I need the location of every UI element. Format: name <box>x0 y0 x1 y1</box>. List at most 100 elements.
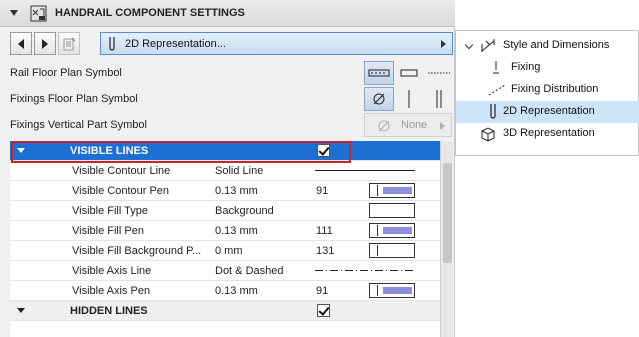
hidden-lines-checkbox[interactable] <box>317 304 330 317</box>
rail-symbol-dotted-button[interactable] <box>424 61 454 85</box>
arrow-right-icon <box>42 38 48 49</box>
param-name: Visible Fill Pen <box>72 225 144 237</box>
dashed-rail-icon <box>368 69 390 77</box>
table-row[interactable]: Visible Axis Pen 0.13 mm 91 <box>10 281 440 301</box>
section-visible-lines[interactable]: VISIBLE LINES <box>10 141 440 161</box>
tree-item-fixing-distribution[interactable]: Fixing Distribution <box>456 79 639 101</box>
section-name: HIDDEN LINES <box>70 305 148 317</box>
table-row[interactable]: Visible Contour Pen 0.13 mm 91 <box>10 181 440 201</box>
settings-panel: HANDRAIL COMPONENT SETTINGS 2D Represent… <box>0 0 455 337</box>
fixing-icon <box>493 61 499 74</box>
pen-number: 111 <box>316 225 333 237</box>
pen-swatch[interactable] <box>369 223 415 238</box>
param-value: Dot & Dashed <box>215 265 284 277</box>
expand-triangle-icon[interactable] <box>17 308 25 313</box>
param-value: 0.13 mm <box>215 185 258 197</box>
rail-floor-plan-symbol-label: Rail Floor Plan Symbol <box>10 67 122 79</box>
tree-item-label: 3D Representation <box>503 127 595 139</box>
page-dropdown[interactable]: 2D Representation... <box>100 32 453 55</box>
tree-item-label: 2D Representation <box>503 105 595 117</box>
dropdown-arrow-icon <box>440 122 445 130</box>
next-button[interactable] <box>34 32 56 55</box>
table-row[interactable]: Visible Fill Background P... 0 mm 131 <box>10 241 440 261</box>
vertical-scrollbar[interactable] <box>440 141 453 337</box>
pen-swatch[interactable] <box>369 183 415 198</box>
fixings-symbol-single-line-button[interactable] <box>394 87 424 111</box>
vertical-part-none-dropdown[interactable]: None <box>364 113 452 137</box>
cube-icon <box>481 127 495 142</box>
nav-buttons <box>10 32 82 55</box>
previous-button[interactable] <box>10 32 32 55</box>
pen-number: 91 <box>316 285 329 297</box>
section-hidden-lines[interactable]: HIDDEN LINES <box>10 301 440 321</box>
table-row[interactable]: Visible Axis Line Dot & Dashed <box>10 261 440 281</box>
param-value: 0.13 mm <box>215 285 258 297</box>
single-line-icon <box>408 90 410 108</box>
table-row[interactable]: Visible Fill Pen 0.13 mm 111 <box>10 221 440 241</box>
panel-header[interactable]: HANDRAIL COMPONENT SETTINGS <box>0 0 455 27</box>
panel-title: HANDRAIL COMPONENT SETTINGS <box>55 7 245 19</box>
param-name: Visible Fill Background P... <box>72 245 202 257</box>
table-row[interactable]: Visible Contour Line Solid Line <box>10 161 440 181</box>
dimension-icon <box>481 39 495 52</box>
param-name: Visible Fill Type <box>72 205 149 217</box>
pen-icon <box>109 36 115 51</box>
rail-symbol-dashed-button[interactable] <box>364 61 394 85</box>
param-name: Visible Axis Pen <box>72 285 151 297</box>
pen-line <box>377 245 378 256</box>
settings-page-icon <box>63 36 76 50</box>
tree-item-style-and-dimensions[interactable]: Style and Dimensions <box>456 35 639 57</box>
param-value: 0.13 mm <box>215 225 258 237</box>
handrail-component-icon <box>30 5 47 22</box>
solid-rail-icon <box>400 69 418 77</box>
rail-symbol-solid-button[interactable] <box>394 61 424 85</box>
pen-number: 131 <box>316 245 335 257</box>
tree-item-label: Fixing Distribution <box>511 83 599 95</box>
param-value: Background <box>215 205 274 217</box>
visible-lines-checkbox[interactable] <box>317 144 330 157</box>
dotted-rail-icon <box>428 72 450 74</box>
double-line-icon <box>436 90 442 108</box>
param-name: Visible Axis Line <box>72 265 152 277</box>
circle-slash-icon <box>373 93 385 105</box>
pen-color <box>383 287 412 294</box>
pen-icon <box>490 104 496 119</box>
pen-number: 91 <box>316 185 329 197</box>
section-name: VISIBLE LINES <box>70 145 149 157</box>
fill-swatch[interactable] <box>369 203 415 218</box>
pen-line <box>377 185 378 196</box>
expand-triangle-icon[interactable] <box>17 148 25 153</box>
tree-item-fixing[interactable]: Fixing <box>456 57 639 79</box>
pen-line <box>377 225 378 236</box>
dropdown-arrow-icon <box>441 40 446 48</box>
fixings-symbol-circle-button[interactable] <box>364 87 394 111</box>
param-name: Visible Contour Line <box>72 165 171 177</box>
dot-dashed-line-preview <box>315 270 415 271</box>
arrow-left-icon <box>18 38 24 49</box>
tree-item-2d-representation[interactable]: 2D Representation <box>456 101 639 123</box>
pen-swatch[interactable] <box>369 243 415 258</box>
param-value: Solid Line <box>215 165 264 177</box>
solid-line-preview <box>315 170 415 171</box>
pen-swatch[interactable] <box>369 283 415 298</box>
param-name: Visible Contour Pen <box>72 185 170 197</box>
dropdown-value: 2D Representation... <box>125 37 226 50</box>
settings-table: VISIBLE LINES Visible Contour Line Solid… <box>10 141 440 337</box>
pen-line <box>377 285 378 296</box>
chevron-down-icon[interactable] <box>464 40 474 50</box>
pen-color <box>383 187 412 194</box>
table-row[interactable]: Visible Fill Type Background <box>10 201 440 221</box>
tree-item-label: Style and Dimensions <box>503 39 610 51</box>
fixings-symbol-double-line-button[interactable] <box>424 87 454 111</box>
scrollbar-thumb[interactable] <box>443 163 452 263</box>
tree-item-label: Fixing <box>511 61 541 73</box>
fixings-floor-plan-symbol-label: Fixings Floor Plan Symbol <box>10 93 138 105</box>
vertical-part-value: None <box>401 119 428 131</box>
tree-item-3d-representation[interactable]: 3D Representation <box>456 123 639 145</box>
page-settings-button[interactable] <box>58 32 80 55</box>
collapse-triangle-icon[interactable] <box>10 10 18 16</box>
pen-color <box>383 227 412 234</box>
distribution-icon <box>488 84 506 96</box>
page-tree-popup: Style and Dimensions Fixing Fixing Distr… <box>455 30 639 156</box>
fixings-vertical-part-symbol-label: Fixings Vertical Part Symbol <box>10 119 147 131</box>
